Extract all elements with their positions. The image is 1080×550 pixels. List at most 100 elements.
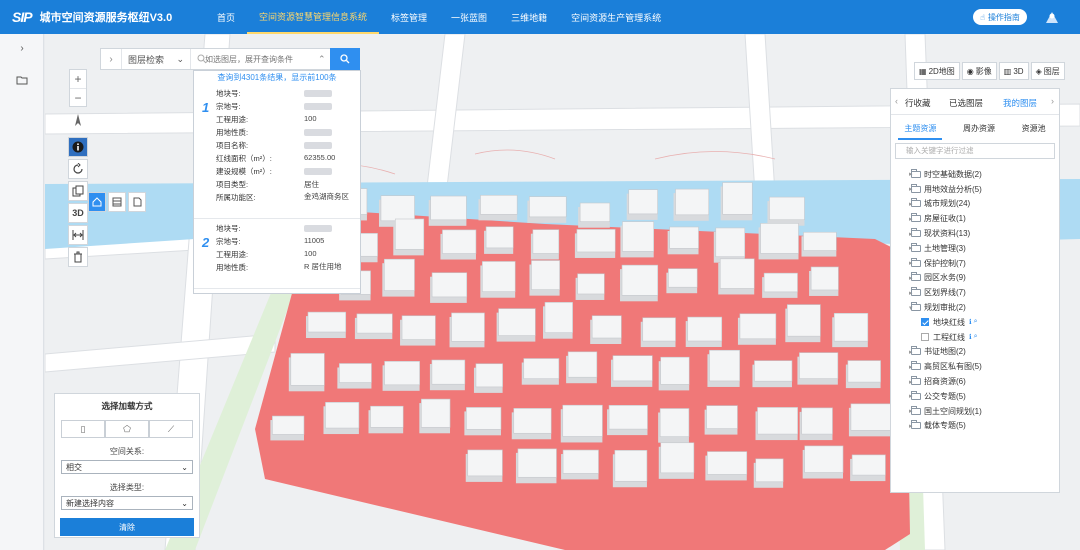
zoom-out-button[interactable]: − — [70, 88, 86, 106]
layer-group[interactable]: ▸ 国土空间规划(1) — [891, 404, 1059, 419]
caret-right-icon[interactable]: ▸ — [891, 348, 913, 356]
layer-group[interactable]: ▸ 载体专题(5) — [891, 419, 1059, 434]
identify-button[interactable] — [68, 137, 88, 157]
help-button[interactable]: ☝ 操作指南 — [973, 9, 1027, 25]
layer-filter-input[interactable]: 输入关键字进行过滤 — [895, 143, 1055, 159]
building — [803, 231, 837, 251]
layer-group[interactable]: ▸ 保护控制(7) — [891, 256, 1059, 271]
caret-right-icon[interactable]: ▸ — [891, 170, 913, 178]
expand-chevron-icon[interactable]: › — [14, 40, 30, 56]
chevron-left-icon[interactable]: ‹ — [895, 96, 898, 106]
floor-3d-button[interactable] — [108, 192, 126, 212]
building — [394, 218, 425, 250]
zoom-to-icon[interactable]: ⌕ — [974, 333, 978, 341]
caret-right-icon[interactable]: ▸ — [891, 378, 913, 386]
caret-right-icon[interactable]: ▸ — [891, 289, 913, 297]
caret-right-icon[interactable]: ▸ — [891, 230, 913, 238]
layer-group[interactable]: ▸ 用地效益分析(5) — [891, 182, 1059, 197]
layer-group[interactable]: ▸ 土地管理(3) — [891, 241, 1059, 256]
nav-item[interactable]: 空间资源智慧管理信息系统 — [247, 0, 380, 34]
layer-group[interactable]: ▸ 书证地图(2) — [891, 345, 1059, 360]
type-select[interactable]: 新建选择内容 ⌄ — [61, 496, 193, 510]
layer-label: 房屋征收(1) — [924, 214, 966, 224]
user-icon[interactable] — [1044, 9, 1060, 25]
layer-group[interactable]: ▸ 时空基础数据(2) — [891, 167, 1059, 182]
building-3d-button[interactable] — [88, 192, 106, 212]
caret-right-icon[interactable]: ▸ — [891, 185, 913, 193]
copy-button[interactable] — [68, 181, 88, 201]
view-2d-button[interactable]: ▦ 2D地图 — [914, 62, 960, 80]
delete-button[interactable] — [68, 247, 88, 267]
nav-item[interactable]: 首页 — [205, 0, 247, 34]
caret-right-icon[interactable]: ▸ — [891, 200, 913, 208]
layer-group[interactable]: ▸ 现状资料(13) — [891, 226, 1059, 241]
nav-item[interactable]: 标签管理 — [379, 0, 439, 34]
result-field: 红线面积（m²）: 62355.00 — [216, 153, 354, 166]
zoom-to-icon[interactable]: ⌕ — [974, 318, 978, 326]
nav-item[interactable]: 三维地籍 — [499, 0, 559, 34]
select-point-button[interactable]: ▯ — [61, 420, 105, 438]
caret-right-icon[interactable]: ▸ — [891, 392, 913, 400]
tab-my-layers[interactable]: 我的图层 — [1003, 97, 1037, 109]
search-input[interactable] — [191, 49, 318, 69]
layer-group[interactable]: ▸ 区划界线(7) — [891, 285, 1059, 300]
building — [810, 266, 839, 291]
caret-right-icon[interactable]: ▸ — [891, 215, 913, 223]
measure-button[interactable] — [68, 225, 88, 245]
caret-right-icon[interactable]: ▸ — [891, 422, 913, 430]
building-icon: ▥ — [1003, 66, 1012, 76]
caret-right-icon[interactable]: ▸ — [891, 259, 913, 267]
view-image-button[interactable]: ◉ 影像 — [961, 62, 997, 80]
info-icon[interactable]: ℹ — [969, 318, 972, 326]
rotate-button[interactable] — [68, 159, 88, 179]
subtab-pool[interactable]: 资源池 — [1016, 119, 1052, 140]
nav-item[interactable]: 一张蓝图 — [439, 0, 499, 34]
result-item[interactable]: 1 地块号: 宗地号: 工程用途: 100 用地性质: 项目名称: 红线面积（m²）: 6235… — [194, 84, 360, 219]
layer-checkbox[interactable] — [921, 333, 929, 342]
caret-right-icon[interactable]: ▸ — [891, 363, 913, 371]
field-label: 用地性质: — [216, 263, 249, 272]
search-button[interactable] — [330, 48, 360, 70]
layer-item[interactable]: 地块红线 ℹ ⌕ — [891, 315, 1059, 330]
layer-group[interactable]: ▸ 招商资源(6) — [891, 374, 1059, 389]
relation-select[interactable]: 相交 ⌄ — [61, 460, 193, 474]
layer-item[interactable]: 工程红线 ℹ ⌕ — [891, 330, 1059, 345]
tab-favorites[interactable]: 行收藏 — [905, 97, 931, 109]
layer-group[interactable]: ▸ 房屋征收(1) — [891, 211, 1059, 226]
subtab-weekly[interactable]: 周办资源 — [957, 119, 1001, 140]
search-category-select[interactable]: 图层检索 ⌄ — [121, 49, 191, 69]
view-layers-button[interactable]: ◈ 图层 — [1030, 62, 1065, 80]
caret-down-icon[interactable]: ▾ — [891, 304, 913, 312]
zoom-in-button[interactable]: + — [70, 70, 86, 88]
subtab-theme[interactable]: 主题资源 — [898, 119, 943, 140]
nav-item[interactable]: 空间资源生产管理系统 — [559, 0, 673, 34]
3d-button[interactable]: 3D — [68, 203, 88, 223]
collapse-arrow-icon[interactable]: › — [101, 54, 121, 65]
caret-right-icon[interactable]: ▸ — [891, 244, 913, 252]
layer-label: 载体专题(5) — [924, 421, 966, 431]
select-line-button[interactable]: ⟋ — [149, 420, 193, 438]
view-3d-button[interactable]: ▥ 3D — [998, 62, 1029, 80]
building — [787, 304, 821, 337]
layer-group[interactable]: ▸ 高贸区私有图(5) — [891, 359, 1059, 374]
result-field: 工程用途: 100 — [216, 249, 354, 262]
caret-right-icon[interactable]: ▸ — [891, 407, 913, 415]
select-polygon-button[interactable]: ⬠ — [105, 420, 149, 438]
folder-open-icon[interactable] — [14, 72, 30, 88]
layer-group[interactable]: ▸ 城市规划(24) — [891, 197, 1059, 212]
tab-selected-layers[interactable]: 已选图层 — [949, 97, 983, 109]
clear-button[interactable]: 清除 — [60, 518, 194, 536]
result-item[interactable]: 2 地块号: 宗地号: 11005 工程用途: 100 用地性质: R 居住用地 — [194, 219, 360, 289]
building — [480, 194, 518, 215]
chevron-right-icon[interactable]: › — [1051, 96, 1054, 106]
caret-right-icon[interactable]: ▸ — [891, 274, 913, 282]
layer-group[interactable]: ▸ 园区水务(9) — [891, 271, 1059, 286]
layer-checkbox[interactable] — [921, 318, 929, 327]
info-icon — [72, 141, 84, 153]
chevron-up-icon[interactable]: ⌃ — [318, 54, 330, 65]
info-icon[interactable]: ℹ — [969, 333, 972, 341]
layer-group[interactable]: ▾ 规划审批(2) — [891, 300, 1059, 315]
compass-icon[interactable] — [73, 113, 83, 127]
layer-group[interactable]: ▸ 公交专题(5) — [891, 389, 1059, 404]
document-3d-button[interactable] — [128, 192, 146, 212]
